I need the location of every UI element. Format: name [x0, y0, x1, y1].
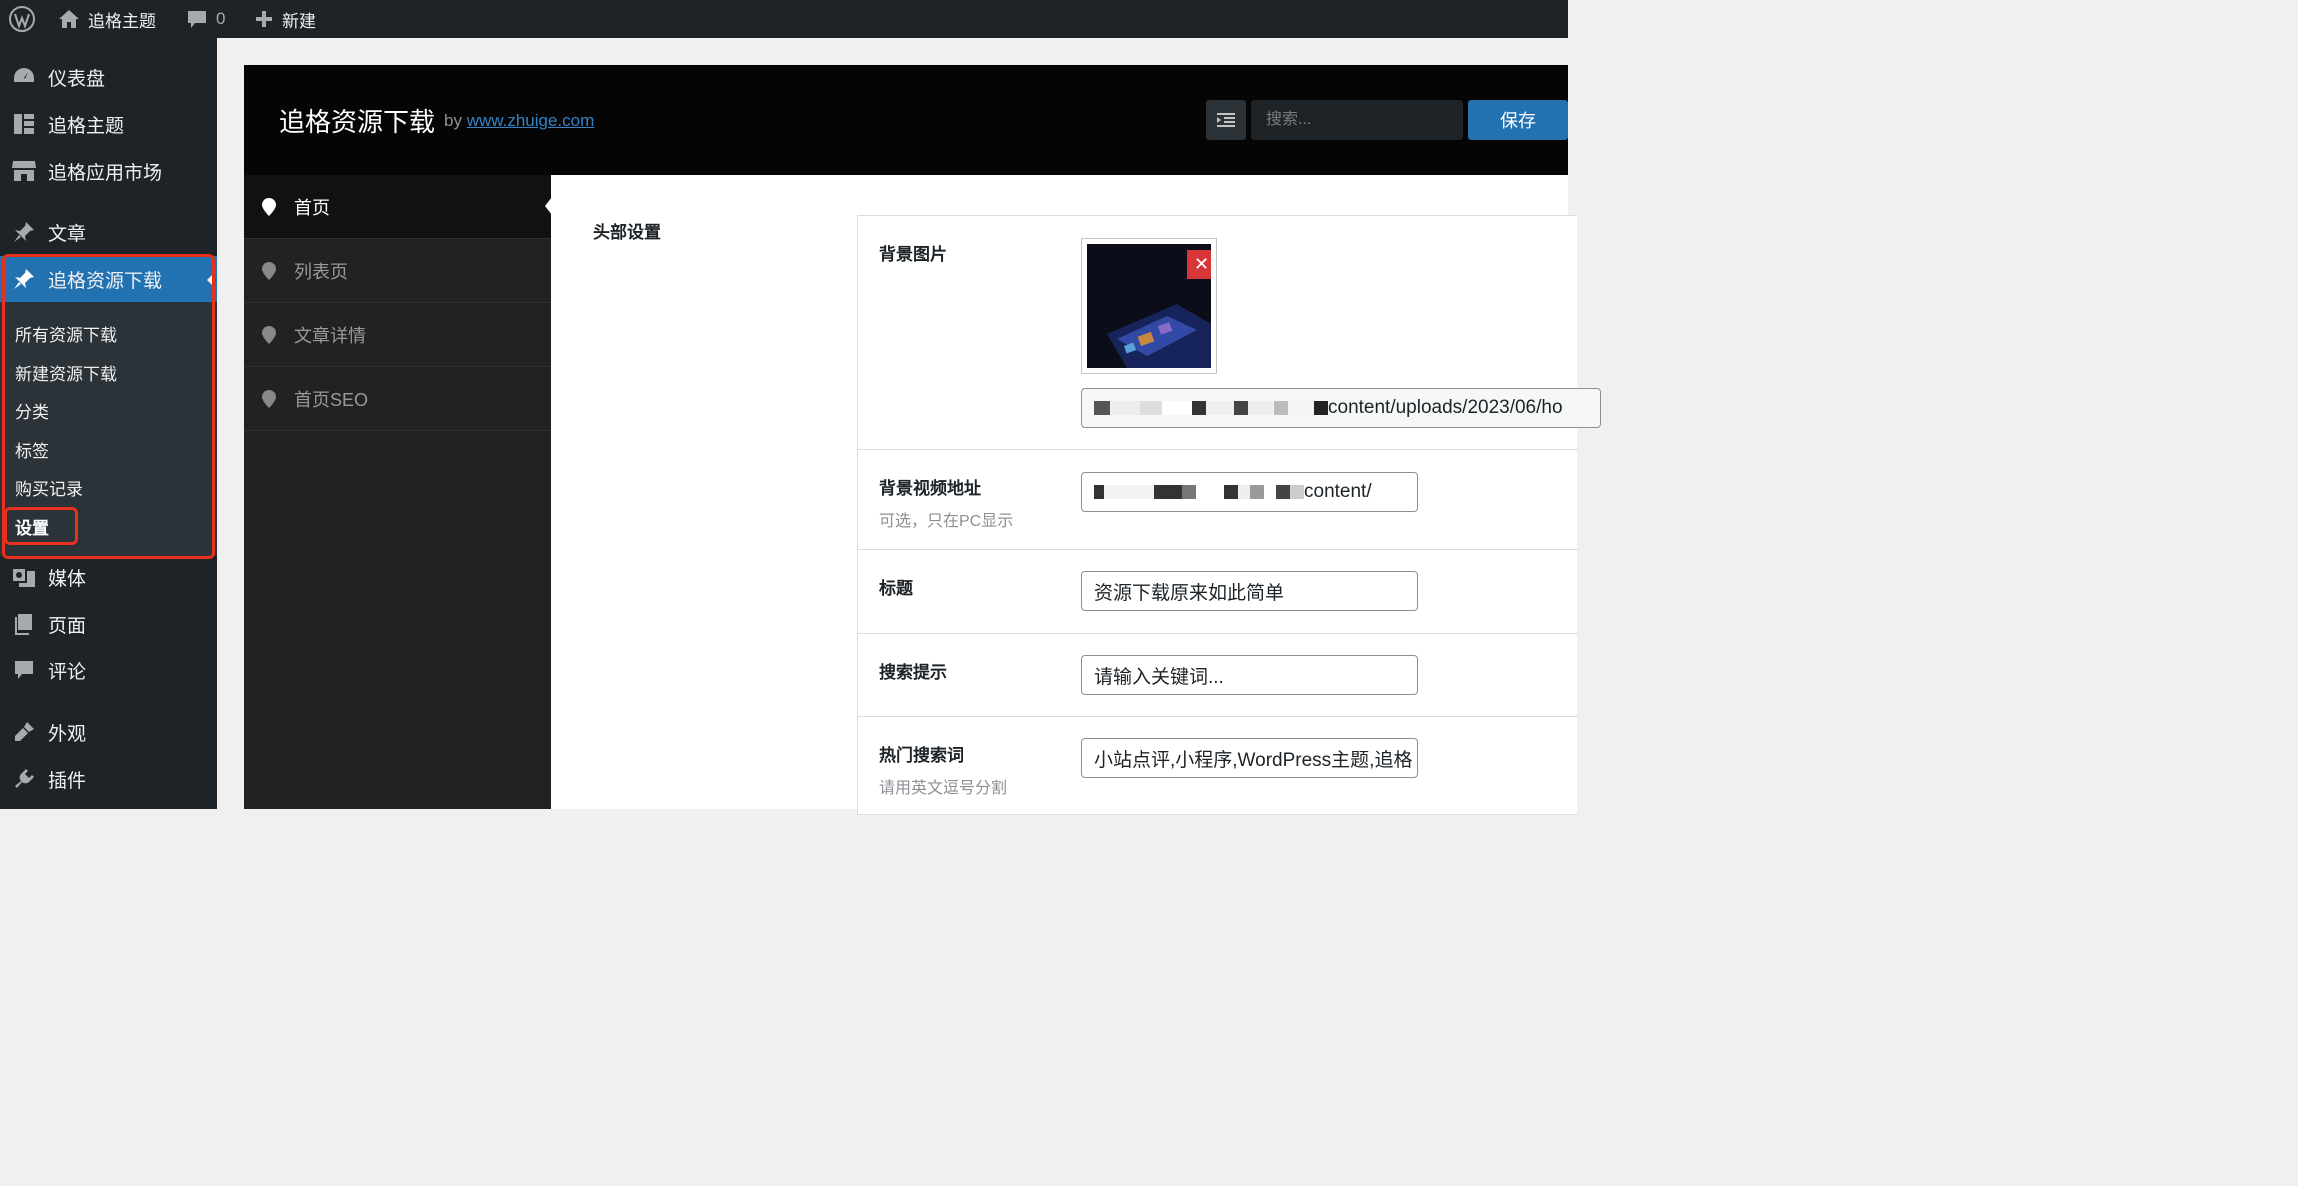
- highlight-box-settings: [4, 507, 78, 545]
- field-search-tip: 搜索提示 请输入关键词...: [858, 634, 1578, 717]
- menu-item-appearance[interactable]: 外观: [0, 709, 217, 755]
- field-title: 标题 资源下载原来如此简单: [858, 550, 1578, 634]
- menu-label-media: 媒体: [48, 568, 87, 590]
- nav-label-home: 首页: [294, 197, 330, 218]
- menu-label-plugins: 插件: [48, 770, 87, 792]
- site-name: 追格主题: [88, 11, 156, 31]
- comment-icon: [15, 661, 33, 679]
- store-icon: [12, 161, 36, 181]
- pin-icon: [14, 222, 34, 242]
- menu-item-comments[interactable]: 评论: [0, 647, 217, 693]
- menu-label-app-market: 追格应用市场: [48, 162, 163, 184]
- bg-image-url-tail: content/uploads/2023/06/ho: [1328, 397, 1563, 418]
- field-bg-video: 背景视频地址 可选，只在PC显示 content/: [858, 450, 1578, 550]
- map-pin-icon: [262, 389, 276, 408]
- menu-item-media[interactable]: 媒体: [0, 554, 217, 600]
- menu-item-pages[interactable]: 页面: [0, 601, 217, 647]
- menu-label-comments: 评论: [48, 661, 87, 683]
- menu-label-posts: 文章: [48, 223, 87, 245]
- map-pin-icon: [262, 261, 276, 280]
- menu-label-pages: 页面: [48, 615, 87, 637]
- layout-icon: [14, 114, 34, 134]
- panel-by-line: by www.zhuige.com: [444, 111, 594, 131]
- home-icon: [59, 10, 79, 28]
- hot-words-hint: 请用英文逗号分割: [879, 780, 1008, 797]
- new-content-link[interactable]: 新建: [254, 0, 316, 38]
- hot-words-input[interactable]: 小站点评,小程序,WordPress主题,追格: [1081, 738, 1418, 778]
- panel-header: 追格资源下载 by www.zhuige.com 保存: [244, 65, 1568, 175]
- bg-image-url-field[interactable]: content/uploads/2023/06/ho: [1081, 388, 1601, 428]
- save-button[interactable]: 保存: [1468, 100, 1568, 140]
- admin-bar: 追格主题 0 新建: [0, 0, 1568, 38]
- menu-item-dashboard[interactable]: 仪表盘: [0, 54, 217, 100]
- author-link[interactable]: www.zhuige.com: [467, 111, 595, 130]
- media-icon: [13, 569, 35, 587]
- search-tip-input[interactable]: 请输入关键词...: [1081, 655, 1418, 695]
- bg-image-label: 背景图片: [879, 245, 947, 264]
- nav-tab-home-seo[interactable]: 首页SEO: [244, 367, 551, 431]
- wordpress-logo-icon[interactable]: [8, 0, 36, 38]
- menu-label-appearance: 外观: [48, 723, 87, 745]
- nav-label-list: 列表页: [294, 261, 348, 282]
- comment-icon: [188, 11, 206, 28]
- nav-label-home-seo: 首页SEO: [294, 389, 369, 410]
- title-label: 标题: [879, 579, 913, 598]
- nav-tab-list[interactable]: 列表页: [244, 239, 551, 303]
- bg-video-label: 背景视频地址: [879, 479, 981, 498]
- title-input[interactable]: 资源下载原来如此简单: [1081, 571, 1418, 611]
- menu-item-app-market[interactable]: 追格应用市场: [0, 148, 217, 194]
- panel-search-input[interactable]: [1251, 100, 1463, 140]
- appearance-icon: [15, 722, 34, 741]
- site-name-link[interactable]: 追格主题: [58, 0, 156, 38]
- by-label: by: [444, 111, 462, 130]
- menu-item-posts[interactable]: 文章: [0, 209, 217, 255]
- expand-toggle-button[interactable]: [1206, 100, 1246, 140]
- bg-video-hint: 可选，只在PC显示: [879, 513, 1014, 530]
- comments-link[interactable]: 0: [186, 0, 225, 38]
- menu-item-plugins[interactable]: 插件: [0, 756, 217, 802]
- redacted-url-prefix: [1094, 401, 1328, 415]
- plus-icon: [256, 11, 272, 27]
- panel-title: 追格资源下载: [279, 107, 436, 137]
- field-hot-words: 热门搜索词 请用英文逗号分割 小站点评,小程序,WordPress主题,追格: [858, 717, 1578, 827]
- section-title: 头部设置: [593, 223, 661, 242]
- bg-video-url-field[interactable]: content/: [1081, 472, 1418, 512]
- comments-count: 0: [216, 9, 226, 28]
- map-pin-icon: [262, 325, 276, 344]
- map-pin-icon: [262, 197, 276, 216]
- fields-box: 背景图片 ✕ content/uploads/2023/06/ho 背景视频地址…: [857, 215, 1601, 815]
- search-tip-label: 搜索提示: [879, 663, 947, 682]
- admin-sidebar: 仪表盘 追格主题 追格应用市场 文章 追格资源下载 所有资源下载 新建资源下载 …: [0, 38, 217, 809]
- bg-video-url-tail: content/: [1304, 481, 1372, 502]
- nav-label-article-detail: 文章详情: [294, 325, 366, 346]
- panel-content: 头部设置 背景图片 ✕ content/uploads/2023/06/ho 背…: [551, 175, 1601, 815]
- nav-tab-article-detail[interactable]: 文章详情: [244, 303, 551, 367]
- new-label: 新建: [282, 11, 316, 31]
- panel-nav: 首页 列表页 文章详情 首页SEO: [244, 175, 551, 809]
- hot-words-label: 热门搜索词: [879, 746, 964, 765]
- nav-tab-home[interactable]: 首页: [244, 175, 551, 239]
- menu-item-zhuige-theme[interactable]: 追格主题: [0, 101, 217, 147]
- indent-list-icon: [1217, 113, 1235, 127]
- field-bg-image: 背景图片 ✕ content/uploads/2023/06/ho: [858, 216, 1601, 450]
- bg-image-thumbnail: ✕: [1087, 244, 1211, 368]
- close-icon: ✕: [1193, 254, 1210, 274]
- dashboard-icon: [14, 68, 34, 82]
- bg-image-preview: ✕: [1081, 238, 1217, 374]
- remove-image-button[interactable]: ✕: [1187, 250, 1211, 279]
- plugin-icon: [15, 769, 34, 788]
- menu-label-dashboard: 仪表盘: [48, 68, 106, 90]
- redacted-url-prefix: [1094, 485, 1304, 499]
- page-icon: [15, 614, 32, 635]
- menu-label-zhuige-theme: 追格主题: [48, 115, 125, 137]
